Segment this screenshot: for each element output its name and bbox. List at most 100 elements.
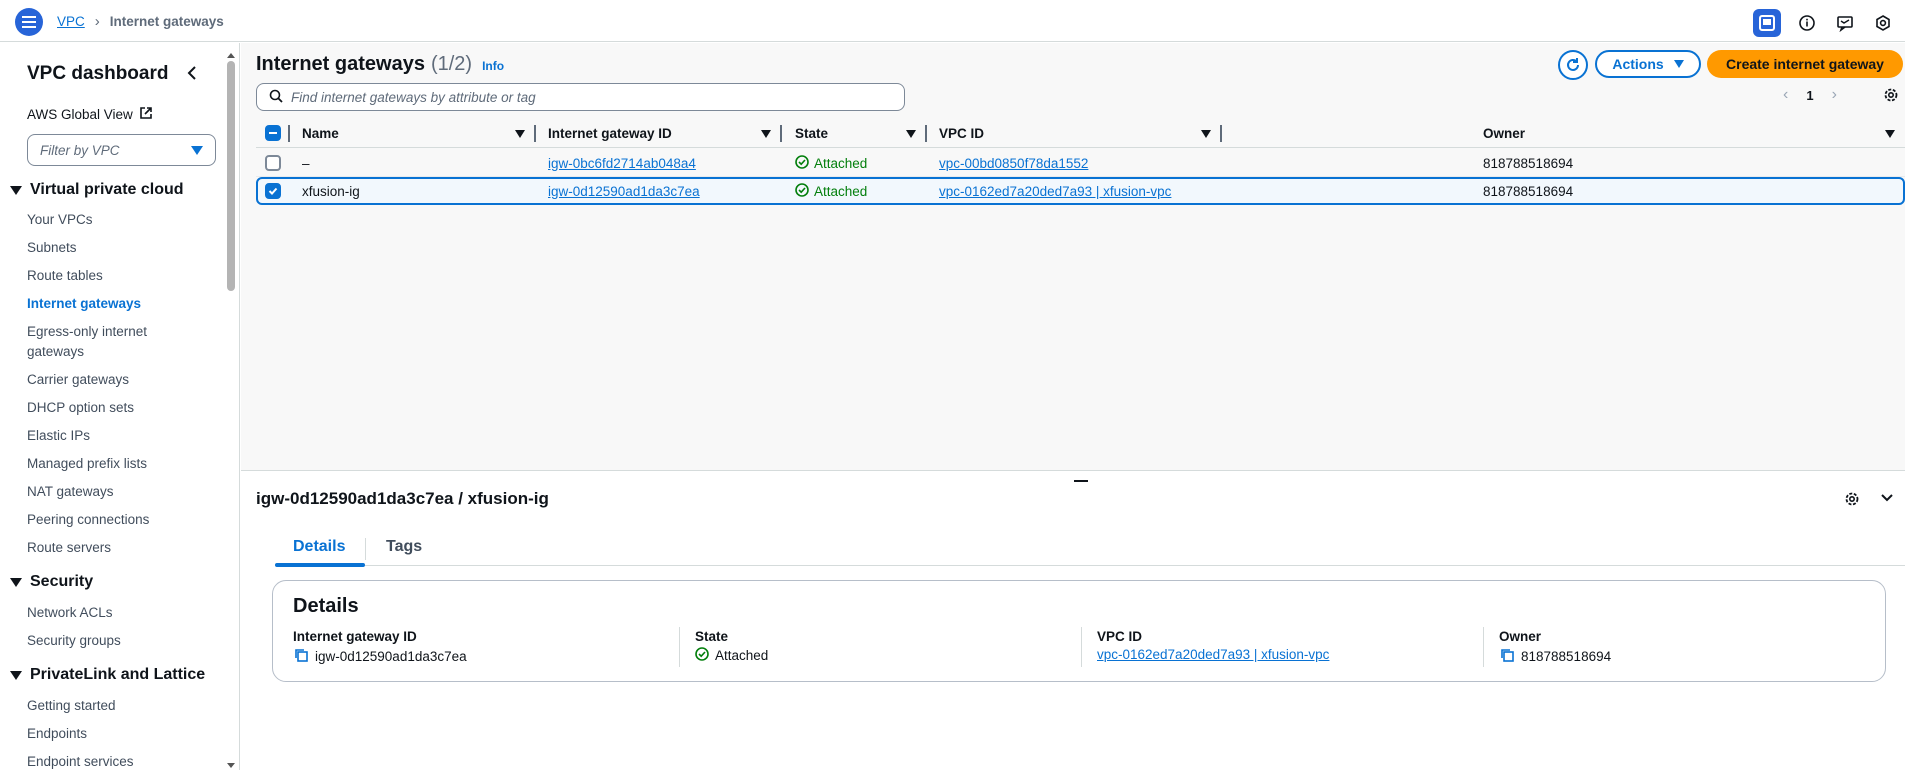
actions-button[interactable]: Actions (1595, 50, 1701, 78)
create-internet-gateway-button[interactable]: Create internet gateway (1707, 50, 1903, 78)
sort-icon[interactable] (1885, 130, 1895, 138)
column-header-vpc-id[interactable]: VPC ID (939, 118, 1239, 148)
info-link[interactable]: Info (482, 59, 504, 73)
breadcrumb: VPC › Internet gateways (57, 13, 224, 30)
table-row[interactable]: – igw-0bc6fd2714ab048a4 Attached vpc-00b… (256, 149, 1905, 177)
sidebar-item-route-servers[interactable]: Route servers (27, 538, 177, 558)
column-header-internet-gateway-id[interactable]: Internet gateway ID (548, 118, 788, 148)
caret-down-icon (10, 185, 22, 195)
sidebar-scrollbar[interactable] (227, 53, 235, 768)
details-card: Details Internet gateway ID igw-0d12590a… (272, 580, 1886, 682)
sidebar-item-elastic-ips[interactable]: Elastic IPs (27, 426, 177, 446)
sidebar-item-egress-only-internet-gateways[interactable]: Egress-only internet gateways (27, 322, 177, 362)
copy-icon[interactable] (293, 647, 309, 666)
cell-internet-gateway-id: igw-0bc6fd2714ab048a4 (548, 149, 696, 177)
row-checkbox[interactable] (265, 155, 281, 171)
sidebar-item-route-tables[interactable]: Route tables (27, 266, 177, 286)
table-row-selected[interactable]: xfusion-ig igw-0d12590ad1da3c7ea Attache… (256, 177, 1905, 205)
sidebar-item-aws-global-view[interactable]: AWS Global View (27, 106, 153, 123)
igw-id-link[interactable]: igw-0d12590ad1da3c7ea (548, 184, 700, 199)
state-text: Attached (814, 183, 868, 199)
sidebar-item-endpoint-services[interactable]: Endpoint services (27, 752, 177, 770)
vpc-id-link[interactable]: vpc-0162ed7a20ded7a93 | xfusion-vpc (939, 184, 1171, 199)
column-divider (925, 125, 927, 142)
filter-by-vpc-select[interactable]: Filter by VPC (27, 134, 216, 166)
menu-icon[interactable] (15, 8, 43, 36)
search-input[interactable] (291, 89, 891, 105)
sidebar-item-network-acls[interactable]: Network ACLs (27, 603, 177, 623)
sidebar-item-peering-connections[interactable]: Peering connections (27, 510, 177, 530)
sidebar-item-dhcp-option-sets[interactable]: DHCP option sets (27, 398, 177, 418)
tab-tags[interactable]: Tags (386, 536, 422, 566)
field-vpc-id: VPC ID vpc-0162ed7a20ded7a93 | xfusion-v… (1097, 629, 1477, 662)
field-owner: Owner 818788518694 (1499, 629, 1879, 666)
settings-icon[interactable] (1871, 11, 1895, 35)
search-field[interactable] (256, 83, 905, 111)
column-header-name[interactable]: Name (302, 118, 542, 148)
sidebar-title[interactable]: VPC dashboard (27, 63, 168, 85)
section-security[interactable]: Security (10, 573, 93, 591)
actions-label: Actions (1612, 56, 1664, 72)
sort-icon[interactable] (1201, 130, 1211, 138)
cell-internet-gateway-id: igw-0d12590ad1da3c7ea (548, 179, 700, 203)
column-header-label: VPC ID (939, 125, 985, 141)
field-label: Internet gateway ID (293, 629, 417, 644)
page-title: Internet gateways (1/2) Info (256, 53, 504, 76)
page-title-text: Internet gateways (256, 53, 425, 75)
gear-icon[interactable] (1882, 86, 1900, 107)
split-panel-icon[interactable] (1753, 9, 1781, 37)
refresh-button[interactable] (1558, 50, 1588, 80)
field-divider (679, 627, 680, 667)
caret-down-icon (10, 577, 22, 587)
select-all-checkbox[interactable] (265, 125, 281, 141)
breadcrumb-vpc-link[interactable]: VPC (57, 14, 85, 29)
row-checkbox-checked[interactable] (265, 183, 281, 199)
tab-details[interactable]: Details (293, 536, 345, 566)
sidebar-item-security-groups[interactable]: Security groups (27, 631, 177, 651)
sidebar-item-endpoints[interactable]: Endpoints (27, 724, 177, 744)
chevron-down-icon[interactable] (1879, 490, 1895, 509)
column-header-state[interactable]: State (795, 118, 927, 148)
sidebar-item-internet-gateways[interactable]: Internet gateways (27, 294, 177, 314)
scrollbar-thumb[interactable] (227, 61, 235, 291)
igw-id-link[interactable]: igw-0bc6fd2714ab048a4 (548, 156, 696, 171)
tab-divider (365, 538, 366, 560)
feedback-icon[interactable] (1833, 11, 1857, 35)
column-header-owner[interactable]: Owner (1483, 118, 1903, 148)
gear-icon[interactable] (1843, 490, 1861, 511)
sidebar-item-managed-prefix-lists[interactable]: Managed prefix lists (27, 454, 177, 474)
table-header: Name Internet gateway ID State VPC ID Ow (256, 118, 1905, 148)
sidebar-item-getting-started[interactable]: Getting started (27, 696, 177, 716)
scroll-down-icon[interactable] (227, 763, 235, 768)
previous-page-icon[interactable]: ‹ (1783, 86, 1788, 104)
cell-owner: 818788518694 (1483, 155, 1574, 171)
resize-handle[interactable] (1074, 480, 1088, 482)
scroll-up-icon[interactable] (227, 53, 235, 58)
section-label: Security (30, 573, 94, 590)
details-card-title: Details (293, 595, 359, 617)
sidebar-item-nat-gateways[interactable]: NAT gateways (27, 482, 177, 502)
column-header-label: Internet gateway ID (548, 125, 672, 141)
chevron-left-icon[interactable] (185, 63, 201, 83)
caret-down-icon (10, 670, 22, 680)
sidebar-item-subnets[interactable]: Subnets (27, 238, 177, 258)
vpc-id-link[interactable]: vpc-00bd0850f78da1552 (939, 156, 1088, 171)
row-checkbox-cell (265, 179, 281, 203)
state-text: Attached (814, 155, 868, 171)
info-icon[interactable] (1795, 11, 1819, 35)
vpc-id-link[interactable]: vpc-0162ed7a20ded7a93 | xfusion-vpc (1097, 647, 1329, 662)
section-virtual-private-cloud[interactable]: Virtual private cloud (10, 181, 184, 199)
sort-icon[interactable] (515, 130, 525, 138)
page-number[interactable]: 1 (1806, 88, 1813, 103)
sidebar-item-your-vpcs[interactable]: Your VPCs (27, 210, 177, 230)
check-circle-icon (695, 647, 709, 664)
section-privatelink-and-lattice[interactable]: PrivateLink and Lattice (10, 666, 205, 684)
cell-state: Attached (795, 179, 867, 203)
cell-owner: 818788518694 (1483, 183, 1574, 199)
next-page-icon[interactable]: › (1832, 86, 1837, 104)
sidebar-item-carrier-gateways[interactable]: Carrier gateways (27, 370, 177, 390)
sort-icon[interactable] (906, 130, 916, 138)
sort-icon[interactable] (761, 130, 771, 138)
check-circle-icon (795, 154, 809, 172)
copy-icon[interactable] (1499, 647, 1515, 666)
